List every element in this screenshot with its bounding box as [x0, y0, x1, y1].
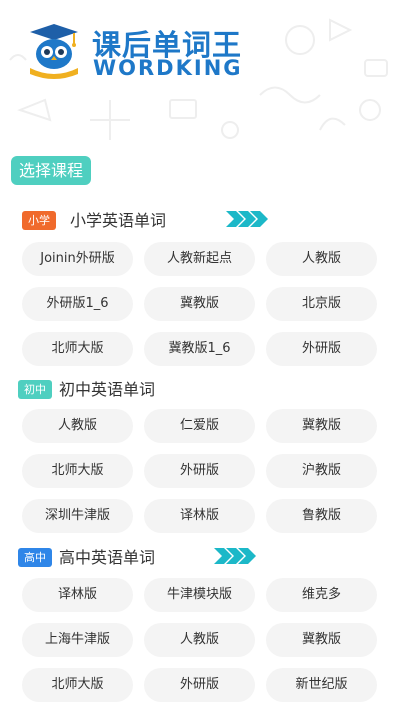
course-chip[interactable]: 新世纪版	[266, 668, 377, 702]
course-select-page: 课后单词王 WORDKING 选择课程 小学 小学英语单词 Joinin外研版 …	[0, 0, 400, 711]
owl-book-logo-icon	[30, 24, 78, 79]
course-chip[interactable]: 人教新起点	[144, 242, 255, 276]
course-chip[interactable]: Joinin外研版	[22, 242, 133, 276]
more-arrows-icon[interactable]	[226, 211, 268, 227]
course-chip[interactable]: 仁爱版	[144, 409, 255, 443]
level-badge-primary: 小学	[22, 211, 56, 230]
course-grid-high: 译林版 牛津模块版 维克多 上海牛津版 人教版 冀教版 北师大版 外研版 新世纪…	[22, 578, 377, 702]
more-arrows-icon[interactable]	[214, 548, 256, 564]
course-chip[interactable]: 译林版	[144, 499, 255, 533]
course-chip[interactable]: 冀教版	[144, 287, 255, 321]
course-chip[interactable]: 维克多	[266, 578, 377, 612]
course-chip[interactable]: 上海牛津版	[22, 623, 133, 657]
course-chip[interactable]: 深圳牛津版	[22, 499, 133, 533]
course-chip[interactable]: 外研版	[266, 332, 377, 366]
section-high: 高中 高中英语单词 译林版 牛津模块版 维克多 上海牛津版 人教版 冀教版 北师…	[0, 542, 400, 702]
course-chip[interactable]: 冀教版	[266, 623, 377, 657]
course-chip[interactable]: 冀教版	[266, 409, 377, 443]
section-title-high: 高中英语单词	[59, 548, 156, 567]
course-chip[interactable]: 鲁教版	[266, 499, 377, 533]
section-primary: 小学 小学英语单词 Joinin外研版 人教新起点 人教版 外研版1_6 冀教版…	[0, 205, 400, 366]
course-chip[interactable]: 译林版	[22, 578, 133, 612]
course-chip[interactable]: 外研版	[144, 454, 255, 488]
course-chip[interactable]: 外研版	[144, 668, 255, 702]
course-chip[interactable]: 人教版	[22, 409, 133, 443]
course-chip[interactable]: 北师大版	[22, 332, 133, 366]
section-header: 初中 初中英语单词	[0, 374, 400, 404]
course-chip[interactable]: 北师大版	[22, 668, 133, 702]
section-title-primary: 小学英语单词	[70, 211, 167, 230]
course-chip[interactable]: 冀教版1_6	[144, 332, 255, 366]
course-chip[interactable]: 北师大版	[22, 454, 133, 488]
choose-course-label: 选择课程	[11, 156, 91, 185]
section-header: 小学 小学英语单词	[0, 205, 400, 235]
course-chip[interactable]: 人教版	[144, 623, 255, 657]
section-title-middle: 初中英语单词	[59, 380, 156, 399]
level-badge-middle: 初中	[18, 380, 52, 399]
course-chip[interactable]: 外研版1_6	[22, 287, 133, 321]
level-badge-high: 高中	[18, 548, 52, 567]
section-header: 高中 高中英语单词	[0, 542, 400, 572]
course-chip[interactable]: 北京版	[266, 287, 377, 321]
course-grid-middle: 人教版 仁爱版 冀教版 北师大版 外研版 沪教版 深圳牛津版 译林版 鲁教版	[22, 409, 377, 533]
course-chip[interactable]: 沪教版	[266, 454, 377, 488]
section-middle: 初中 初中英语单词 人教版 仁爱版 冀教版 北师大版 外研版 沪教版 深圳牛津版…	[0, 374, 400, 533]
course-chip[interactable]: 人教版	[266, 242, 377, 276]
header: 课后单词王 WORDKING	[0, 0, 400, 150]
course-grid-primary: Joinin外研版 人教新起点 人教版 外研版1_6 冀教版 北京版 北师大版 …	[22, 242, 377, 366]
course-chip[interactable]: 牛津模块版	[144, 578, 255, 612]
app-subtitle: WORDKING	[93, 56, 243, 80]
